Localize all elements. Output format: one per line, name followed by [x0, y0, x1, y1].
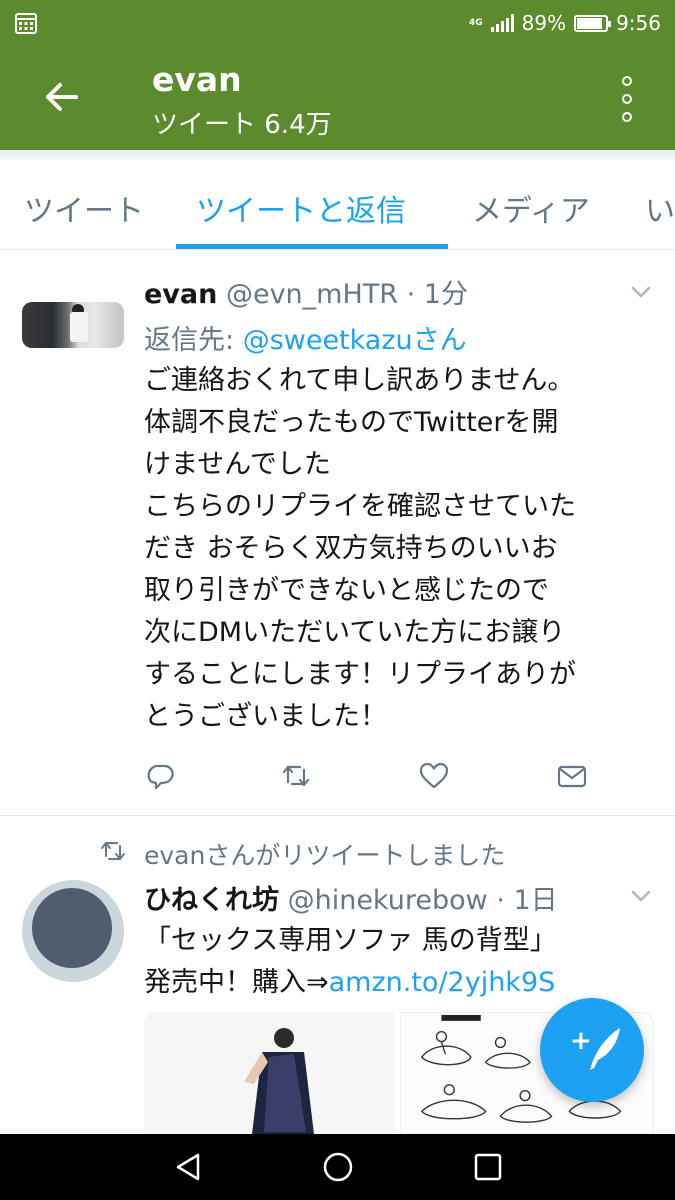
arrow-left-icon[interactable] — [40, 76, 82, 118]
tweet-header: ひねくれ坊 @hinekurebow · 1日 — [144, 878, 558, 917]
tweet-text-line: こちらのリプライを確認させていた — [144, 491, 576, 522]
reply-icon[interactable] — [144, 760, 176, 792]
android-nav-bar — [0, 1134, 675, 1200]
profile-app-bar: evan ツイート 6.4万 — [0, 46, 675, 150]
tweet-text-line: 次にDMいただいていた方にお譲り — [144, 617, 566, 648]
author-name[interactable]: evan — [144, 279, 217, 310]
compose-tweet-icon — [590, 1028, 620, 1070]
tweet-text-line: することにします！リプライありが — [144, 659, 576, 690]
like-icon[interactable] — [418, 760, 450, 792]
compose-tweet-button[interactable]: + — [540, 998, 644, 1102]
avatar[interactable] — [22, 880, 124, 982]
retweeted-by[interactable]: evanさんがリツイートしました — [144, 836, 505, 872]
tweet-text-line: とうございました！ — [144, 701, 387, 732]
nav-recents-icon[interactable] — [470, 1149, 506, 1185]
reply-mention[interactable]: @sweetkazuさん — [243, 325, 467, 356]
clock: 9:56 — [616, 11, 661, 35]
tab-likes[interactable]: い — [645, 186, 675, 230]
app-bar-shadow — [0, 150, 675, 160]
author-handle[interactable]: @hinekurebow — [288, 885, 488, 916]
calendar-icon — [15, 13, 37, 34]
reply-prefix: 返信先: — [144, 325, 243, 356]
tab-tweets-and-replies[interactable]: ツイートと返信 — [196, 186, 406, 230]
status-bar: 4G 89% 9:56 — [0, 0, 675, 46]
tweet-count: ツイート 6.4万 — [152, 110, 332, 140]
tweet-text-line: ご連絡おくれて申し訳ありません。 — [144, 365, 575, 396]
tweet-time: · 1日 — [496, 885, 558, 916]
tweet-text: ご連絡おくれて申し訳ありません。 体調不良だったものでTwitterを開 けませ… — [144, 360, 664, 738]
media-image[interactable] — [144, 1012, 394, 1134]
tweet-link[interactable]: amzn.to/2yjhk9S — [329, 967, 556, 998]
tweet-header: evan @evn_mHTR · 1分 — [144, 272, 468, 311]
tweet-text-prefix: 発売中！購入⇒ — [144, 967, 329, 998]
network-type: 4G — [468, 18, 483, 28]
tweet-text-line: だき おそらく双方気持ちのいいお — [144, 533, 558, 564]
profile-tabs: ツイート ツイートと返信 メディア い — [0, 160, 675, 250]
author-name[interactable]: ひねくれ坊 — [144, 885, 279, 916]
retweet-icon — [101, 842, 125, 860]
active-tab-indicator — [176, 244, 448, 249]
tab-media[interactable]: メディア — [472, 186, 590, 230]
tweet-time: · 1分 — [406, 279, 468, 310]
tweet-actions — [144, 760, 604, 800]
tweet-text: 「セックス専用ソファ 馬の背型」 発売中！購入⇒amzn.to/2yjhk9S — [144, 920, 664, 1004]
more-vertical-icon[interactable] — [619, 76, 635, 122]
reply-to: 返信先: @sweetkazuさん — [144, 318, 467, 357]
tweet-text-line: 体調不良だったものでTwitterを開 — [144, 407, 559, 438]
tweet-text-line: 取り引きができないと感じたので — [144, 575, 549, 606]
tab-tweets[interactable]: ツイート — [24, 186, 144, 230]
avatar[interactable] — [22, 302, 124, 348]
author-handle[interactable]: @evn_mHTR — [226, 279, 398, 310]
tweet-text-line: けませんでした — [144, 449, 331, 480]
retweet-icon[interactable] — [280, 760, 312, 792]
chevron-down-icon[interactable] — [631, 286, 651, 298]
battery-icon — [574, 14, 612, 32]
divider — [0, 815, 675, 816]
nav-home-icon[interactable] — [320, 1149, 356, 1185]
direct-message-icon[interactable] — [556, 760, 588, 792]
tweet-text-line: 「セックス専用ソファ 馬の背型」 — [144, 925, 557, 956]
signal-icon — [490, 14, 514, 32]
profile-name: evan — [152, 60, 242, 99]
nav-back-icon[interactable] — [172, 1149, 208, 1185]
battery-percent: 89% — [521, 11, 567, 35]
chevron-down-icon[interactable] — [631, 890, 651, 902]
